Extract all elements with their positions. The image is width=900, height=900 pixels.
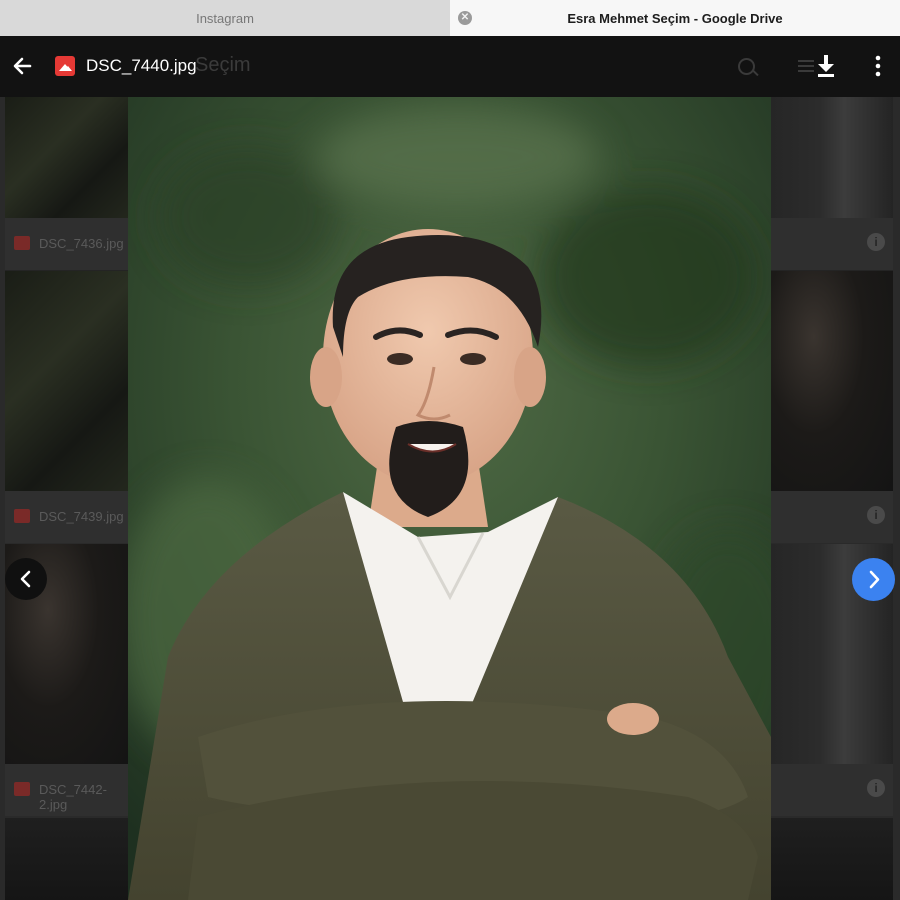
file-card-label: i — [771, 218, 893, 270]
info-icon[interactable]: i — [867, 506, 885, 524]
previous-button[interactable] — [5, 558, 47, 600]
file-card-label: DSC_7442-2.jpg — [5, 764, 128, 816]
image-file-icon — [14, 236, 30, 250]
file-card-label: DSC_7436.jpg — [5, 218, 128, 270]
close-icon[interactable]: ✕ — [458, 11, 472, 25]
info-icon[interactable]: i — [867, 233, 885, 251]
tab-instagram[interactable]: Instagram — [0, 0, 450, 36]
arrow-left-icon — [13, 57, 32, 75]
tab-title: Instagram — [196, 10, 254, 26]
file-thumbnail — [5, 818, 128, 900]
file-card[interactable] — [5, 818, 128, 900]
file-card-label: i — [771, 764, 893, 816]
chevron-right-icon — [869, 570, 880, 589]
viewer-toolbar: Seçim DSC_7440.jpg — [0, 36, 900, 97]
next-button[interactable] — [852, 558, 895, 601]
tab-google-drive[interactable]: ✕ Esra Mehmet Seçim - Google Drive — [450, 0, 900, 36]
tab-title: Esra Mehmet Seçim - Google Drive — [567, 10, 783, 26]
photo-preview[interactable] — [128, 97, 771, 900]
download-button[interactable] — [814, 54, 838, 78]
image-file-icon — [14, 509, 30, 523]
file-name: DSC_7439.jpg — [39, 509, 124, 524]
file-name: DSC_7436.jpg — [39, 236, 124, 251]
search-icon — [738, 58, 755, 75]
image-file-icon — [14, 782, 30, 796]
back-button[interactable] — [8, 51, 38, 81]
info-icon[interactable]: i — [867, 779, 885, 797]
image-file-icon — [55, 56, 75, 76]
file-thumbnail — [5, 271, 128, 491]
file-name: DSC_7442-2.jpg — [39, 782, 107, 812]
file-card-label: i — [771, 491, 893, 543]
file-card[interactable]: i — [771, 271, 893, 543]
list-view-icon — [798, 60, 814, 75]
file-thumbnail — [5, 97, 128, 218]
folder-title: Seçim — [195, 54, 251, 76]
file-card-label: DSC_7439.jpg — [5, 491, 128, 543]
file-thumbnail — [771, 818, 893, 900]
file-card[interactable]: DSC_7436.jpg — [5, 97, 128, 297]
file-card[interactable]: DSC_7439.jpg — [5, 271, 128, 543]
more-vertical-icon — [875, 55, 881, 77]
file-thumbnail — [771, 97, 893, 218]
download-icon — [818, 55, 834, 77]
file-card[interactable]: i — [771, 97, 893, 297]
more-options-button[interactable] — [866, 54, 890, 78]
portrait-image — [128, 97, 771, 900]
viewer-file-name: DSC_7440.jpg — [86, 56, 197, 75]
browser-tab-strip: Instagram ✕ Esra Mehmet Seçim - Google D… — [0, 0, 900, 36]
file-thumbnail — [771, 271, 893, 491]
file-card[interactable] — [771, 818, 893, 900]
chevron-left-icon — [20, 570, 31, 588]
